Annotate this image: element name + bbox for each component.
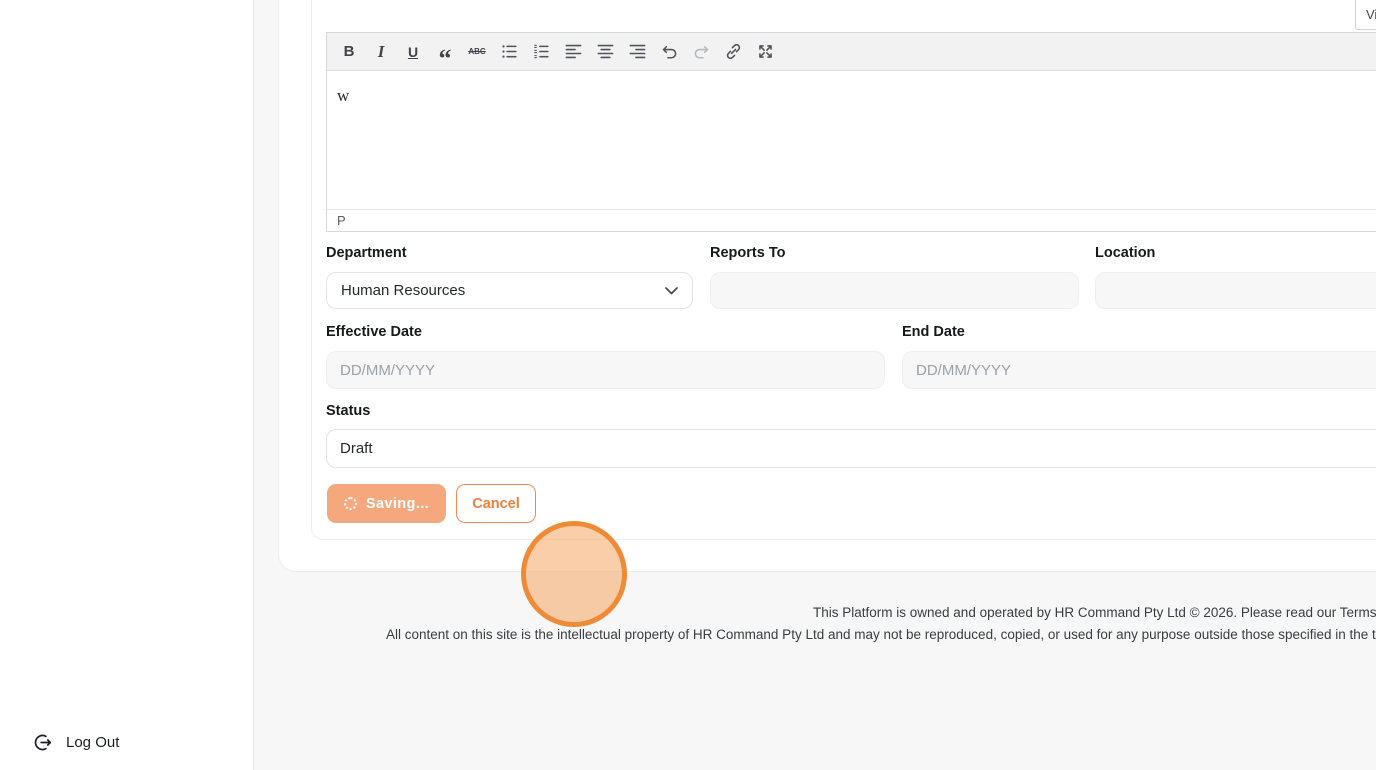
effective-date-input[interactable] (326, 351, 885, 389)
undo-button[interactable] (653, 37, 685, 67)
footer-line-1: This Platform is owned and operated by H… (813, 605, 1376, 620)
end-date-input[interactable] (902, 351, 1376, 389)
underline-button[interactable]: U (397, 37, 429, 67)
footer-line-2: All content on this site is the intellec… (386, 627, 1376, 642)
saving-button-label: Saving... (365, 495, 430, 512)
fullscreen-button[interactable] (749, 37, 781, 67)
logout-label: Log Out (66, 733, 120, 751)
align-right-button[interactable] (621, 37, 653, 67)
bullet-list-icon (500, 42, 519, 61)
editor-content[interactable]: w (327, 71, 1376, 209)
chevron-down-icon (665, 282, 678, 299)
italic-icon: I (377, 41, 385, 61)
strikethrough-button[interactable]: ABC (461, 37, 493, 67)
redo-button[interactable] (685, 37, 717, 67)
undo-icon (660, 42, 679, 61)
bullet-list-button[interactable] (493, 37, 525, 67)
fullscreen-icon (756, 42, 775, 61)
blockquote-button[interactable]: “ (429, 37, 461, 73)
department-label: Department (326, 245, 407, 261)
rich-text-editor: B I U “ ABC w P (326, 32, 1376, 232)
click-indicator (521, 521, 627, 627)
end-date-label: End Date (902, 324, 965, 340)
editor-statusbar: P (327, 209, 1376, 231)
bold-icon: B (343, 43, 355, 60)
cancel-button-label: Cancel (472, 495, 520, 512)
department-select-value: Human Resources (341, 282, 466, 299)
align-left-button[interactable] (557, 37, 589, 67)
link-button[interactable] (717, 37, 749, 67)
editor-toolbar: B I U “ ABC (327, 33, 1376, 71)
strikethrough-icon: ABC (468, 47, 486, 56)
logout-button[interactable]: Log Out (33, 727, 119, 757)
reports-to-label: Reports To (710, 245, 786, 261)
cancel-button[interactable]: Cancel (456, 484, 536, 523)
align-left-icon (564, 42, 583, 61)
editor-visual-tab[interactable]: Vis (1355, 0, 1376, 30)
spinner-icon (343, 497, 357, 510)
location-input[interactable] (1095, 272, 1376, 309)
logout-icon (33, 733, 52, 752)
align-right-icon (628, 42, 647, 61)
bold-button[interactable]: B (333, 37, 365, 67)
editor-visual-tab-label: Vis (1366, 7, 1376, 22)
effective-date-label: Effective Date (326, 324, 422, 340)
saving-button[interactable]: Saving... (327, 484, 446, 523)
underline-icon: U (407, 43, 419, 60)
align-center-icon (596, 42, 615, 61)
italic-button[interactable]: I (365, 37, 397, 67)
status-label: Status (326, 403, 371, 419)
blockquote-icon: “ (438, 43, 452, 73)
location-label: Location (1095, 245, 1156, 261)
editor-element-path: P (337, 213, 346, 228)
link-icon (724, 42, 743, 61)
align-center-button[interactable] (589, 37, 621, 67)
department-select[interactable]: Human Resources (326, 272, 693, 309)
reports-to-input[interactable] (710, 272, 1079, 309)
page: { "colors": { "accent_orange": "#ee7e3e"… (0, 0, 1376, 770)
status-input[interactable] (326, 429, 1376, 468)
numbered-list-icon (532, 42, 551, 61)
numbered-list-button[interactable] (525, 37, 557, 67)
sidebar (0, 0, 254, 770)
redo-icon (692, 42, 711, 61)
